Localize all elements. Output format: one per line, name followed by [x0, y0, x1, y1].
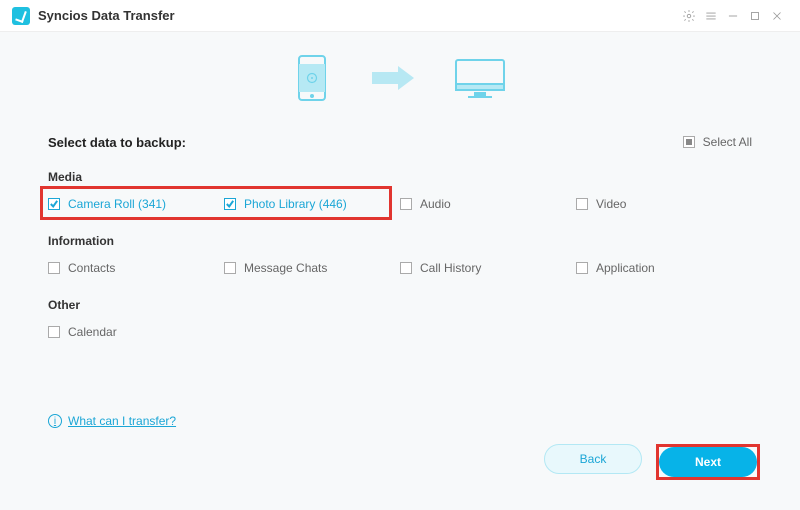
checkbox-checked-icon	[224, 198, 236, 210]
help-link-label: What can I transfer?	[68, 414, 176, 428]
menu-icon[interactable]	[700, 5, 722, 27]
section-heading: Select data to backup:	[48, 135, 186, 150]
category-information-label: Information	[48, 234, 752, 248]
checkbox-message-chats[interactable]: Message Chats	[224, 258, 400, 278]
app-logo-icon	[12, 7, 30, 25]
settings-icon[interactable]	[678, 5, 700, 27]
maximize-button[interactable]	[744, 5, 766, 27]
monitor-icon	[452, 54, 508, 102]
select-all-checkbox[interactable]: Select All	[683, 132, 752, 152]
item-label: Camera Roll (341)	[68, 197, 166, 211]
checkbox-icon	[400, 262, 412, 274]
titlebar: Syncios Data Transfer	[0, 0, 800, 32]
back-button[interactable]: Back	[544, 444, 642, 474]
checkbox-indeterminate-icon	[683, 136, 695, 148]
close-button[interactable]	[766, 5, 788, 27]
category-other-label: Other	[48, 298, 752, 312]
item-label: Photo Library (446)	[244, 197, 347, 211]
item-label: Video	[596, 197, 626, 211]
checkbox-audio[interactable]: Audio	[400, 194, 576, 214]
checkbox-icon	[576, 262, 588, 274]
item-label: Calendar	[68, 325, 117, 339]
app-title: Syncios Data Transfer	[38, 8, 175, 23]
minimize-button[interactable]	[722, 5, 744, 27]
item-label: Call History	[420, 261, 481, 275]
checkbox-application[interactable]: Application	[576, 258, 752, 278]
item-label: Audio	[420, 197, 451, 211]
checkbox-icon	[576, 198, 588, 210]
item-label: Contacts	[68, 261, 115, 275]
footer: Back Next	[0, 428, 800, 480]
phone-icon	[292, 54, 332, 102]
checkbox-checked-icon	[48, 198, 60, 210]
checkbox-contacts[interactable]: Contacts	[48, 258, 224, 278]
highlight-annotation: Next	[656, 444, 760, 480]
checkbox-icon	[48, 326, 60, 338]
checkbox-camera-roll[interactable]: Camera Roll (341)	[48, 194, 224, 214]
checkbox-icon	[400, 198, 412, 210]
next-button[interactable]: Next	[659, 447, 757, 477]
select-all-label: Select All	[703, 135, 752, 149]
arrow-right-icon	[370, 64, 430, 92]
checkbox-call-history[interactable]: Call History	[400, 258, 576, 278]
item-label: Message Chats	[244, 261, 327, 275]
transfer-flow	[48, 32, 752, 132]
checkbox-calendar[interactable]: Calendar	[48, 322, 224, 342]
checkbox-video[interactable]: Video	[576, 194, 752, 214]
help-link[interactable]: i What can I transfer?	[48, 414, 752, 428]
checkbox-icon	[224, 262, 236, 274]
info-icon: i	[48, 414, 62, 428]
checkbox-photo-library[interactable]: Photo Library (446)	[224, 194, 400, 214]
category-media-label: Media	[48, 170, 752, 184]
checkbox-icon	[48, 262, 60, 274]
item-label: Application	[596, 261, 655, 275]
